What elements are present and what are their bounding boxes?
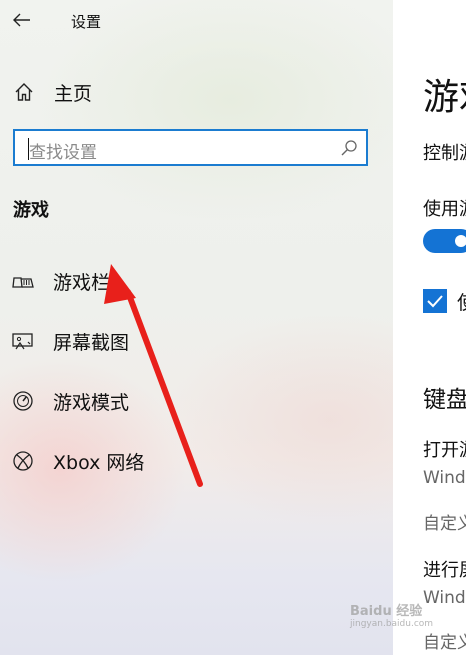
- shortcut-value: Wind: [423, 468, 466, 488]
- toggle-knob: [455, 235, 466, 247]
- search-input[interactable]: 查找设置: [13, 129, 368, 166]
- main-content: 游戏 控制游 使用游 使 键盘 打开游 Wind 自定义 进行屏 Wind 自定…: [393, 0, 466, 655]
- game-mode-icon: [12, 390, 34, 412]
- shortcut-title: 进行屏: [423, 560, 466, 581]
- controller-checkbox[interactable]: [423, 289, 447, 313]
- toggle-label: 使用游: [423, 199, 466, 220]
- game-bar-icon: [12, 270, 34, 292]
- page-title: 游戏: [423, 77, 466, 118]
- xbox-icon: [12, 450, 34, 472]
- sidebar-item-captures[interactable]: 屏幕截图: [12, 327, 129, 355]
- shortcut-title: 打开游: [423, 440, 466, 461]
- sidebar-item-home[interactable]: 主页: [12, 78, 92, 106]
- sidebar-item-game-bar[interactable]: 游戏栏: [12, 267, 110, 295]
- game-bar-toggle[interactable]: [423, 229, 466, 253]
- keyboard-shortcuts-heading: 键盘: [423, 387, 466, 413]
- sidebar-item-label: 主页: [54, 82, 93, 105]
- search-placeholder: 查找设置: [29, 143, 97, 163]
- home-icon: [12, 80, 36, 104]
- checkbox-label: 使: [457, 288, 466, 315]
- sidebar-item-label: Xbox 网络: [53, 451, 145, 474]
- app-title: 设置: [71, 13, 102, 31]
- settings-sidebar: 设置 主页 查找设置 游戏 游戏栏 屏幕截图 游戏模式 Xbox 网络: [0, 0, 393, 655]
- checkmark-icon: [427, 295, 443, 308]
- section-title: 游戏: [13, 200, 49, 221]
- capture-icon: [12, 330, 34, 352]
- page-description: 控制游: [423, 143, 466, 164]
- back-button[interactable]: [10, 8, 34, 32]
- sidebar-item-game-mode[interactable]: 游戏模式: [12, 387, 129, 415]
- search-icon[interactable]: [340, 139, 358, 157]
- sidebar-item-label: 屏幕截图: [53, 331, 130, 354]
- watermark-url: jingyan.baidu.com: [350, 619, 434, 629]
- sidebar-item-xbox-network[interactable]: Xbox 网络: [12, 447, 144, 475]
- back-arrow-icon: [13, 13, 30, 27]
- baidu-watermark: Baidu 经验 jingyan.baidu.com: [350, 600, 466, 655]
- watermark-text: Baidu 经验: [350, 604, 423, 619]
- sidebar-item-label: 游戏栏: [53, 271, 111, 294]
- sidebar-item-label: 游戏模式: [53, 391, 130, 414]
- shortcut-custom-field[interactable]: 自定义: [423, 509, 466, 534]
